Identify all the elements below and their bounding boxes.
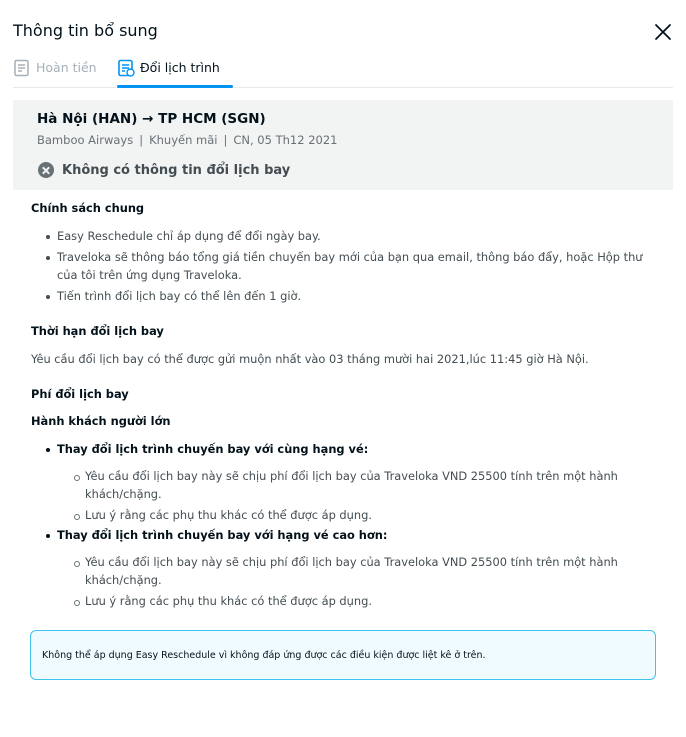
flight-details: Bamboo Airways | Khuyến mãi | CN, 05 Th1… — [37, 133, 337, 147]
general-policy-title: Chính sách chung — [31, 201, 145, 215]
tab-refund[interactable]: Hoàn tiền — [13, 59, 97, 88]
ineligible-notice: Không thể áp dụng Easy Reschedule vì khô… — [30, 630, 656, 680]
dialog-title: Thông tin bổ sung — [13, 21, 158, 40]
x-circle-icon — [38, 162, 54, 178]
tab-bar: Hoàn tiền Đổi lịch trình — [13, 58, 673, 88]
general-policy-list: Easy Reschedule chỉ áp dụng để đổi ngày … — [31, 227, 661, 308]
tab-reschedule[interactable]: Đổi lịch trình — [117, 59, 233, 88]
refund-document-icon — [14, 59, 29, 77]
flight-date: CN, 05 Th12 2021 — [233, 133, 338, 147]
reschedule-status: Không có thông tin đổi lịch bay — [38, 162, 290, 178]
higher-class-list: Yêu cầu đổi lịch bay này sẽ chịu phí đổi… — [31, 553, 686, 613]
separator: | — [223, 133, 228, 147]
list-item: Lưu ý rằng các phụ thu khác có thể được … — [31, 592, 686, 610]
adult-title: Hành khách người lớn — [31, 414, 171, 428]
same-class-title: Thay đổi lịch trình chuyến bay với cùng … — [31, 442, 368, 456]
reschedule-status-text: Không có thông tin đổi lịch bay — [62, 162, 291, 178]
fare-type: Khuyến mãi — [149, 133, 218, 147]
deadline-text: Yêu cầu đổi lịch bay có thể được gửi muộ… — [31, 352, 589, 366]
tab-reschedule-label: Đổi lịch trình — [140, 60, 220, 75]
list-item: Easy Reschedule chỉ áp dụng để đổi ngày … — [31, 227, 661, 245]
list-item: Yêu cầu đổi lịch bay này sẽ chịu phí đổi… — [31, 553, 686, 589]
list-item: Yêu cầu đổi lịch bay này sẽ chịu phí đổi… — [31, 467, 686, 503]
deadline-title: Thời hạn đổi lịch bay — [31, 324, 164, 338]
reschedule-document-icon — [118, 59, 135, 77]
list-item: Tiến trình đổi lịch bay có thể lên đến 1… — [31, 287, 661, 305]
list-item: Lưu ý rằng các phụ thu khác có thể được … — [31, 506, 686, 524]
flight-route: Hà Nội (HAN) → TP HCM (SGN) — [37, 111, 266, 127]
list-item: Traveloka sẽ thông báo tổng giá tiền chu… — [31, 248, 661, 284]
close-icon[interactable] — [653, 22, 673, 42]
dialog-header: Thông tin bổ sung — [13, 18, 673, 48]
fee-title: Phí đổi lịch bay — [31, 387, 129, 401]
flight-summary: Hà Nội (HAN) → TP HCM (SGN) Bamboo Airwa… — [13, 100, 673, 190]
higher-class-title: Thay đổi lịch trình chuyến bay với hạng … — [31, 528, 387, 542]
separator: | — [139, 133, 144, 147]
tab-refund-label: Hoàn tiền — [36, 60, 97, 75]
airline-name: Bamboo Airways — [37, 133, 134, 147]
same-class-list: Yêu cầu đổi lịch bay này sẽ chịu phí đổi… — [31, 467, 686, 527]
notice-text: Không thể áp dụng Easy Reschedule vì khô… — [42, 650, 486, 661]
active-tab-indicator — [117, 85, 233, 88]
